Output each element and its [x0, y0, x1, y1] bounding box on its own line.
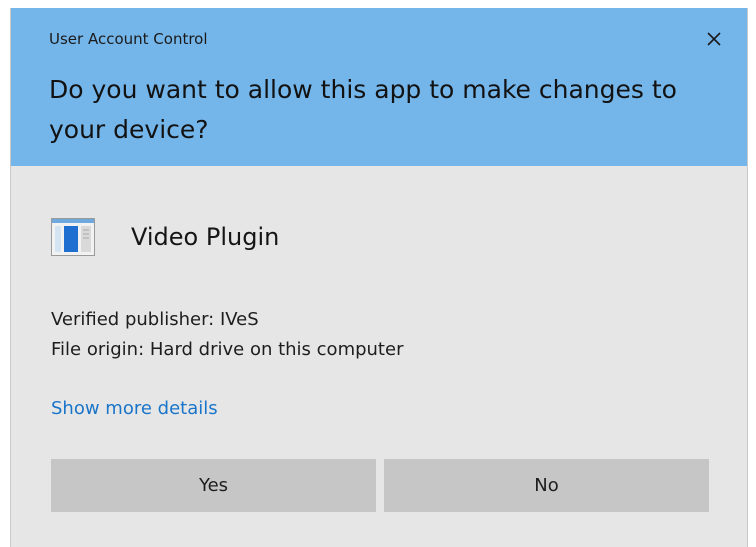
no-button[interactable]: No: [384, 459, 709, 512]
show-more-details-link[interactable]: Show more details: [51, 398, 218, 419]
close-icon: [707, 32, 721, 46]
yes-button[interactable]: Yes: [51, 459, 376, 512]
dialog-title: User Account Control: [49, 30, 208, 48]
app-name: Video Plugin: [131, 223, 280, 251]
close-button[interactable]: [699, 24, 729, 54]
app-row: Video Plugin: [51, 216, 279, 258]
dialog-question: Do you want to allow this app to make ch…: [49, 75, 677, 144]
dialog-header: User Account Control Do you want to allo…: [11, 8, 747, 166]
verified-publisher: Verified publisher: IVeS: [51, 309, 259, 330]
file-origin: File origin: Hard drive on this computer: [51, 339, 404, 360]
app-info: Verified publisher: IVeS File origin: Ha…: [51, 305, 403, 365]
app-window-icon: [51, 218, 95, 256]
uac-dialog: User Account Control Do you want to allo…: [10, 8, 748, 547]
